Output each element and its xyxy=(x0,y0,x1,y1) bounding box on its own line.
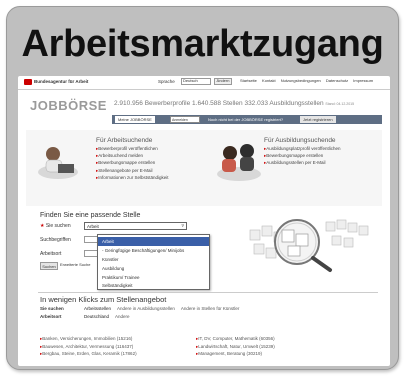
category-link[interactable]: Bergbau, Steine, Erden, Glas, Keramik (1… xyxy=(40,351,136,356)
list-item[interactable]: Informationen zur Selbstständigkeit xyxy=(96,175,168,180)
card-title: Arbeitsmarktzugang xyxy=(21,23,384,65)
top-link-nutzungsbedingungen[interactable]: Nutzungsbedingungen xyxy=(281,78,321,83)
quick-search-title: In wenigen Klicks zum Stellenangebot xyxy=(40,295,167,304)
top-links: Startseite Kontakt Nutzungsbedingungen D… xyxy=(240,78,377,84)
quick-link-andere[interactable]: Andere xyxy=(115,314,130,319)
category-link[interactable]: Banken, Versicherungen, Immobilien (1521… xyxy=(40,336,137,341)
search-button[interactable]: Suchen xyxy=(40,262,58,270)
dropdown-option-arbeit[interactable]: Arbeit xyxy=(98,237,209,246)
agency-logo-icon xyxy=(24,79,32,85)
list-item[interactable]: Stellenangebote per E-Mail xyxy=(96,168,169,173)
agency-name: Bundesagentur für Arbeit xyxy=(34,79,89,84)
sie-suchen-label: ★ Sie suchen xyxy=(40,223,71,229)
extended-search-link[interactable]: Erweiterte Suche xyxy=(60,262,90,268)
quick-link-ausbildungsstellen[interactable]: Andere in Ausbildungsstellen xyxy=(117,306,175,311)
dropdown-option-ausbildung[interactable]: Ausbildung xyxy=(98,264,209,273)
quick-sie-suchen-label: Sie suchen xyxy=(40,306,64,311)
chevron-down-icon: ▿ xyxy=(181,223,184,229)
category-link[interactable]: Landwirtschaft, Natur, Umwelt (15239) xyxy=(196,344,275,349)
login-bar: Meine JOBBÖRSE Anmelden Noch nicht bei d… xyxy=(112,115,382,124)
brand-logo[interactable]: JOBBÖRSE xyxy=(30,98,107,114)
top-link-impressum[interactable]: Impressum xyxy=(353,78,373,83)
category-link[interactable]: IT, DV, Computer, Mathematik (60356) xyxy=(196,336,275,341)
my-jobboerse-button[interactable]: Meine JOBBÖRSE xyxy=(115,116,155,123)
suchbegriffen-label: Suchbegriffen xyxy=(40,237,71,243)
jobseekers-list: Bewerberprofil veröffentlichen Arbeitsuc… xyxy=(96,146,169,182)
category-link[interactable]: Bauwesen, Architektur, Vermessung (11643… xyxy=(40,344,137,349)
trainees-list: Ausbildungsplatzprofil veröffentlichen B… xyxy=(264,146,340,168)
magnifier-illustration xyxy=(232,214,382,274)
audience-panel: Für Arbeitsuchende Bewerberprofil veröff… xyxy=(26,130,382,206)
stats-date: Stand: 04.12.2015 xyxy=(325,102,355,106)
arbeitsort-label: Arbeitsort xyxy=(40,251,62,257)
list-item[interactable]: Bewerbungsmappe erstellen xyxy=(96,160,169,165)
quick-link-deutschland[interactable]: Deutschland xyxy=(84,314,109,319)
top-link-startseite[interactable]: Startseite xyxy=(240,78,257,83)
top-link-kontakt[interactable]: Kontakt xyxy=(262,78,276,83)
category-link[interactable]: Management, Beratung (30219) xyxy=(196,351,275,356)
divider xyxy=(38,292,378,293)
search-type-dropdown: Arbeit - Geringfügige Beschäftigungen/ M… xyxy=(97,234,210,290)
top-bar: Bundesagentur für Arbeit Sprache Deutsch… xyxy=(18,76,390,90)
dropdown-option-minijobs[interactable]: - Geringfügige Beschäftigungen/ Minijobs xyxy=(98,246,209,255)
dropdown-option-selbstaendigkeit[interactable]: Selbständigkeit xyxy=(98,281,209,290)
list-item[interactable]: Arbeitsuchend melden xyxy=(96,153,169,158)
trainees-title[interactable]: Für Ausbildungsuchende xyxy=(264,137,336,145)
search-title: Finden Sie eine passende Stelle xyxy=(40,212,141,219)
top-link-datenschutz[interactable]: Datenschutz xyxy=(326,78,348,83)
category-list-left: Banken, Versicherungen, Immobilien (1521… xyxy=(40,336,137,359)
dropdown-option-kuenstler[interactable]: Künstler xyxy=(98,255,209,264)
language-label: Sprache xyxy=(158,79,175,84)
register-button[interactable]: Jetzt registrieren xyxy=(300,116,336,123)
category-list-right: IT, DV, Computer, Mathematik (60356) Lan… xyxy=(196,336,275,359)
quick-arbeitsort-label: Arbeitsort xyxy=(40,314,62,319)
register-question: Noch nicht bei der JOBBÖRSE registriert? xyxy=(208,117,284,122)
quick-location-links: Deutschland Andere xyxy=(84,314,135,319)
trainees-photo xyxy=(217,144,261,181)
stats-line: 2.910.956 Bewerberprofile 1.640.588 Stel… xyxy=(114,100,354,108)
list-item[interactable]: Bewerbungsmappe erstellen xyxy=(264,153,340,158)
quick-type-links: Arbeitsstellen Andere in Ausbildungsstel… xyxy=(84,306,244,311)
jobseekers-title[interactable]: Für Arbeitsuchende xyxy=(96,137,152,145)
stats-text: 2.910.956 Bewerberprofile 1.640.588 Stel… xyxy=(114,100,324,107)
sie-suchen-text: Sie suchen xyxy=(45,223,71,229)
quick-link-arbeitsstellen[interactable]: Arbeitsstellen xyxy=(84,306,111,311)
list-item[interactable]: Ausbildungsplatzprofil veröffentlichen xyxy=(264,146,340,151)
screenshot: Bundesagentur für Arbeit Sprache Deutsch… xyxy=(18,76,390,366)
language-change-button[interactable]: Ändern xyxy=(214,78,232,85)
list-item[interactable]: Ausbildungsstellen per E-Mail xyxy=(264,160,340,165)
quick-link-kuenstler[interactable]: Andere in Stellen für Künstler xyxy=(181,306,240,311)
search-type-value: Arbeit xyxy=(87,224,99,229)
language-select[interactable]: Deutsch xyxy=(181,78,211,85)
list-item[interactable]: Bewerberprofil veröffentlichen xyxy=(96,146,169,151)
login-field[interactable]: Anmelden xyxy=(170,116,200,123)
search-type-select[interactable]: Arbeit ▿ xyxy=(84,222,187,230)
jobseeker-photo xyxy=(38,147,78,179)
